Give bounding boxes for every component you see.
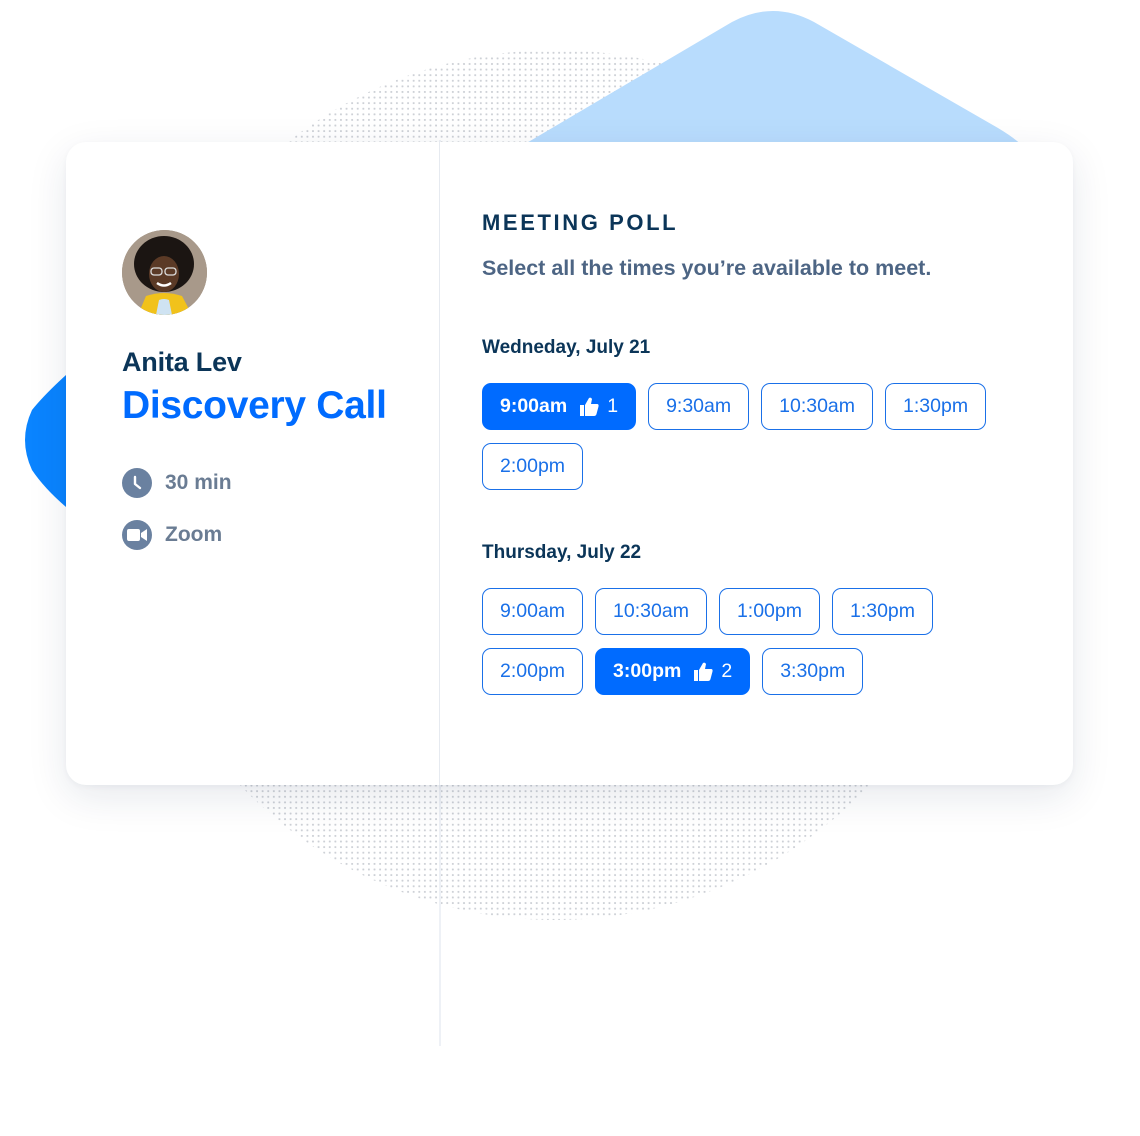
duration-text: 30 min — [165, 471, 232, 494]
time-slot-label: 10:30am — [613, 600, 689, 622]
time-slot-button[interactable]: 9:00am 1 — [482, 383, 637, 430]
event-title: Discovery Call — [122, 384, 387, 427]
host-name: Anita Lev — [122, 347, 242, 377]
vote-count: 2 — [721, 660, 733, 682]
time-slot-button[interactable]: 1:00pm — [718, 588, 820, 635]
time-slot-button[interactable]: 2:00pm — [482, 443, 584, 490]
time-slot-label: 1:00pm — [736, 600, 802, 622]
location-row: Zoom — [122, 520, 422, 550]
duration-row: 30 min — [122, 468, 422, 498]
time-slot-label: 1:30pm — [849, 600, 916, 622]
time-slot-button[interactable]: 9:30am — [648, 383, 750, 430]
time-slot-label: 3:30pm — [780, 660, 846, 682]
clock-icon — [122, 468, 152, 498]
time-slot-list: 9:00am 10:30am 1:00pm 1:30pm 2:00pm 3:00pm 2 3:… — [482, 588, 1022, 695]
booking-card: Anita Lev Discovery Call 30 min Zoom MEE… — [66, 142, 1073, 785]
time-slot-button[interactable]: 3:30pm — [762, 648, 864, 695]
location-text: Zoom — [165, 523, 223, 546]
video-camera-icon — [122, 520, 152, 550]
time-slot-label: 10:30am — [779, 395, 856, 417]
avatar — [122, 230, 207, 315]
time-slot-label: 9:00am — [500, 600, 566, 622]
time-slot-label: 2:00pm — [500, 455, 566, 477]
time-slot-label: 9:00am — [500, 395, 568, 417]
poll-subtitle: Select all the times you’re available to… — [482, 256, 932, 280]
time-slot-button[interactable]: 2:00pm — [482, 648, 584, 695]
time-slot-button[interactable]: 1:30pm — [831, 588, 934, 635]
time-slot-label: 9:30am — [666, 395, 732, 417]
time-slot-list: 9:00am 1 9:30am 10:30am 1:30pm 2:00pm — [482, 383, 1022, 490]
time-slot-button[interactable]: 3:00pm 2 — [595, 648, 751, 695]
vote-count: 1 — [607, 395, 619, 417]
thumbs-up-icon — [693, 662, 713, 681]
thumbs-up-icon — [579, 397, 599, 416]
time-slot-button[interactable]: 1:30pm — [885, 383, 987, 430]
time-slot-button[interactable]: 10:30am — [595, 588, 707, 635]
time-slot-label: 2:00pm — [500, 660, 566, 682]
avatar-portrait-icon — [122, 230, 207, 315]
poll-title: MEETING POLL — [482, 210, 679, 235]
day-label: Thursday, July 22 — [482, 542, 642, 563]
time-slot-button[interactable]: 10:30am — [761, 383, 874, 430]
meeting-poll-pane: MEETING POLL Select all the times you’re… — [482, 210, 1042, 695]
time-slot-button[interactable]: 9:00am — [482, 588, 584, 635]
event-details-pane: Anita Lev Discovery Call 30 min Zoom — [122, 230, 422, 550]
time-slot-label: 1:30pm — [903, 395, 969, 417]
time-slot-label: 3:00pm — [613, 660, 682, 682]
day-label: Wedneday, July 21 — [482, 337, 651, 358]
card-divider — [439, 142, 440, 785]
